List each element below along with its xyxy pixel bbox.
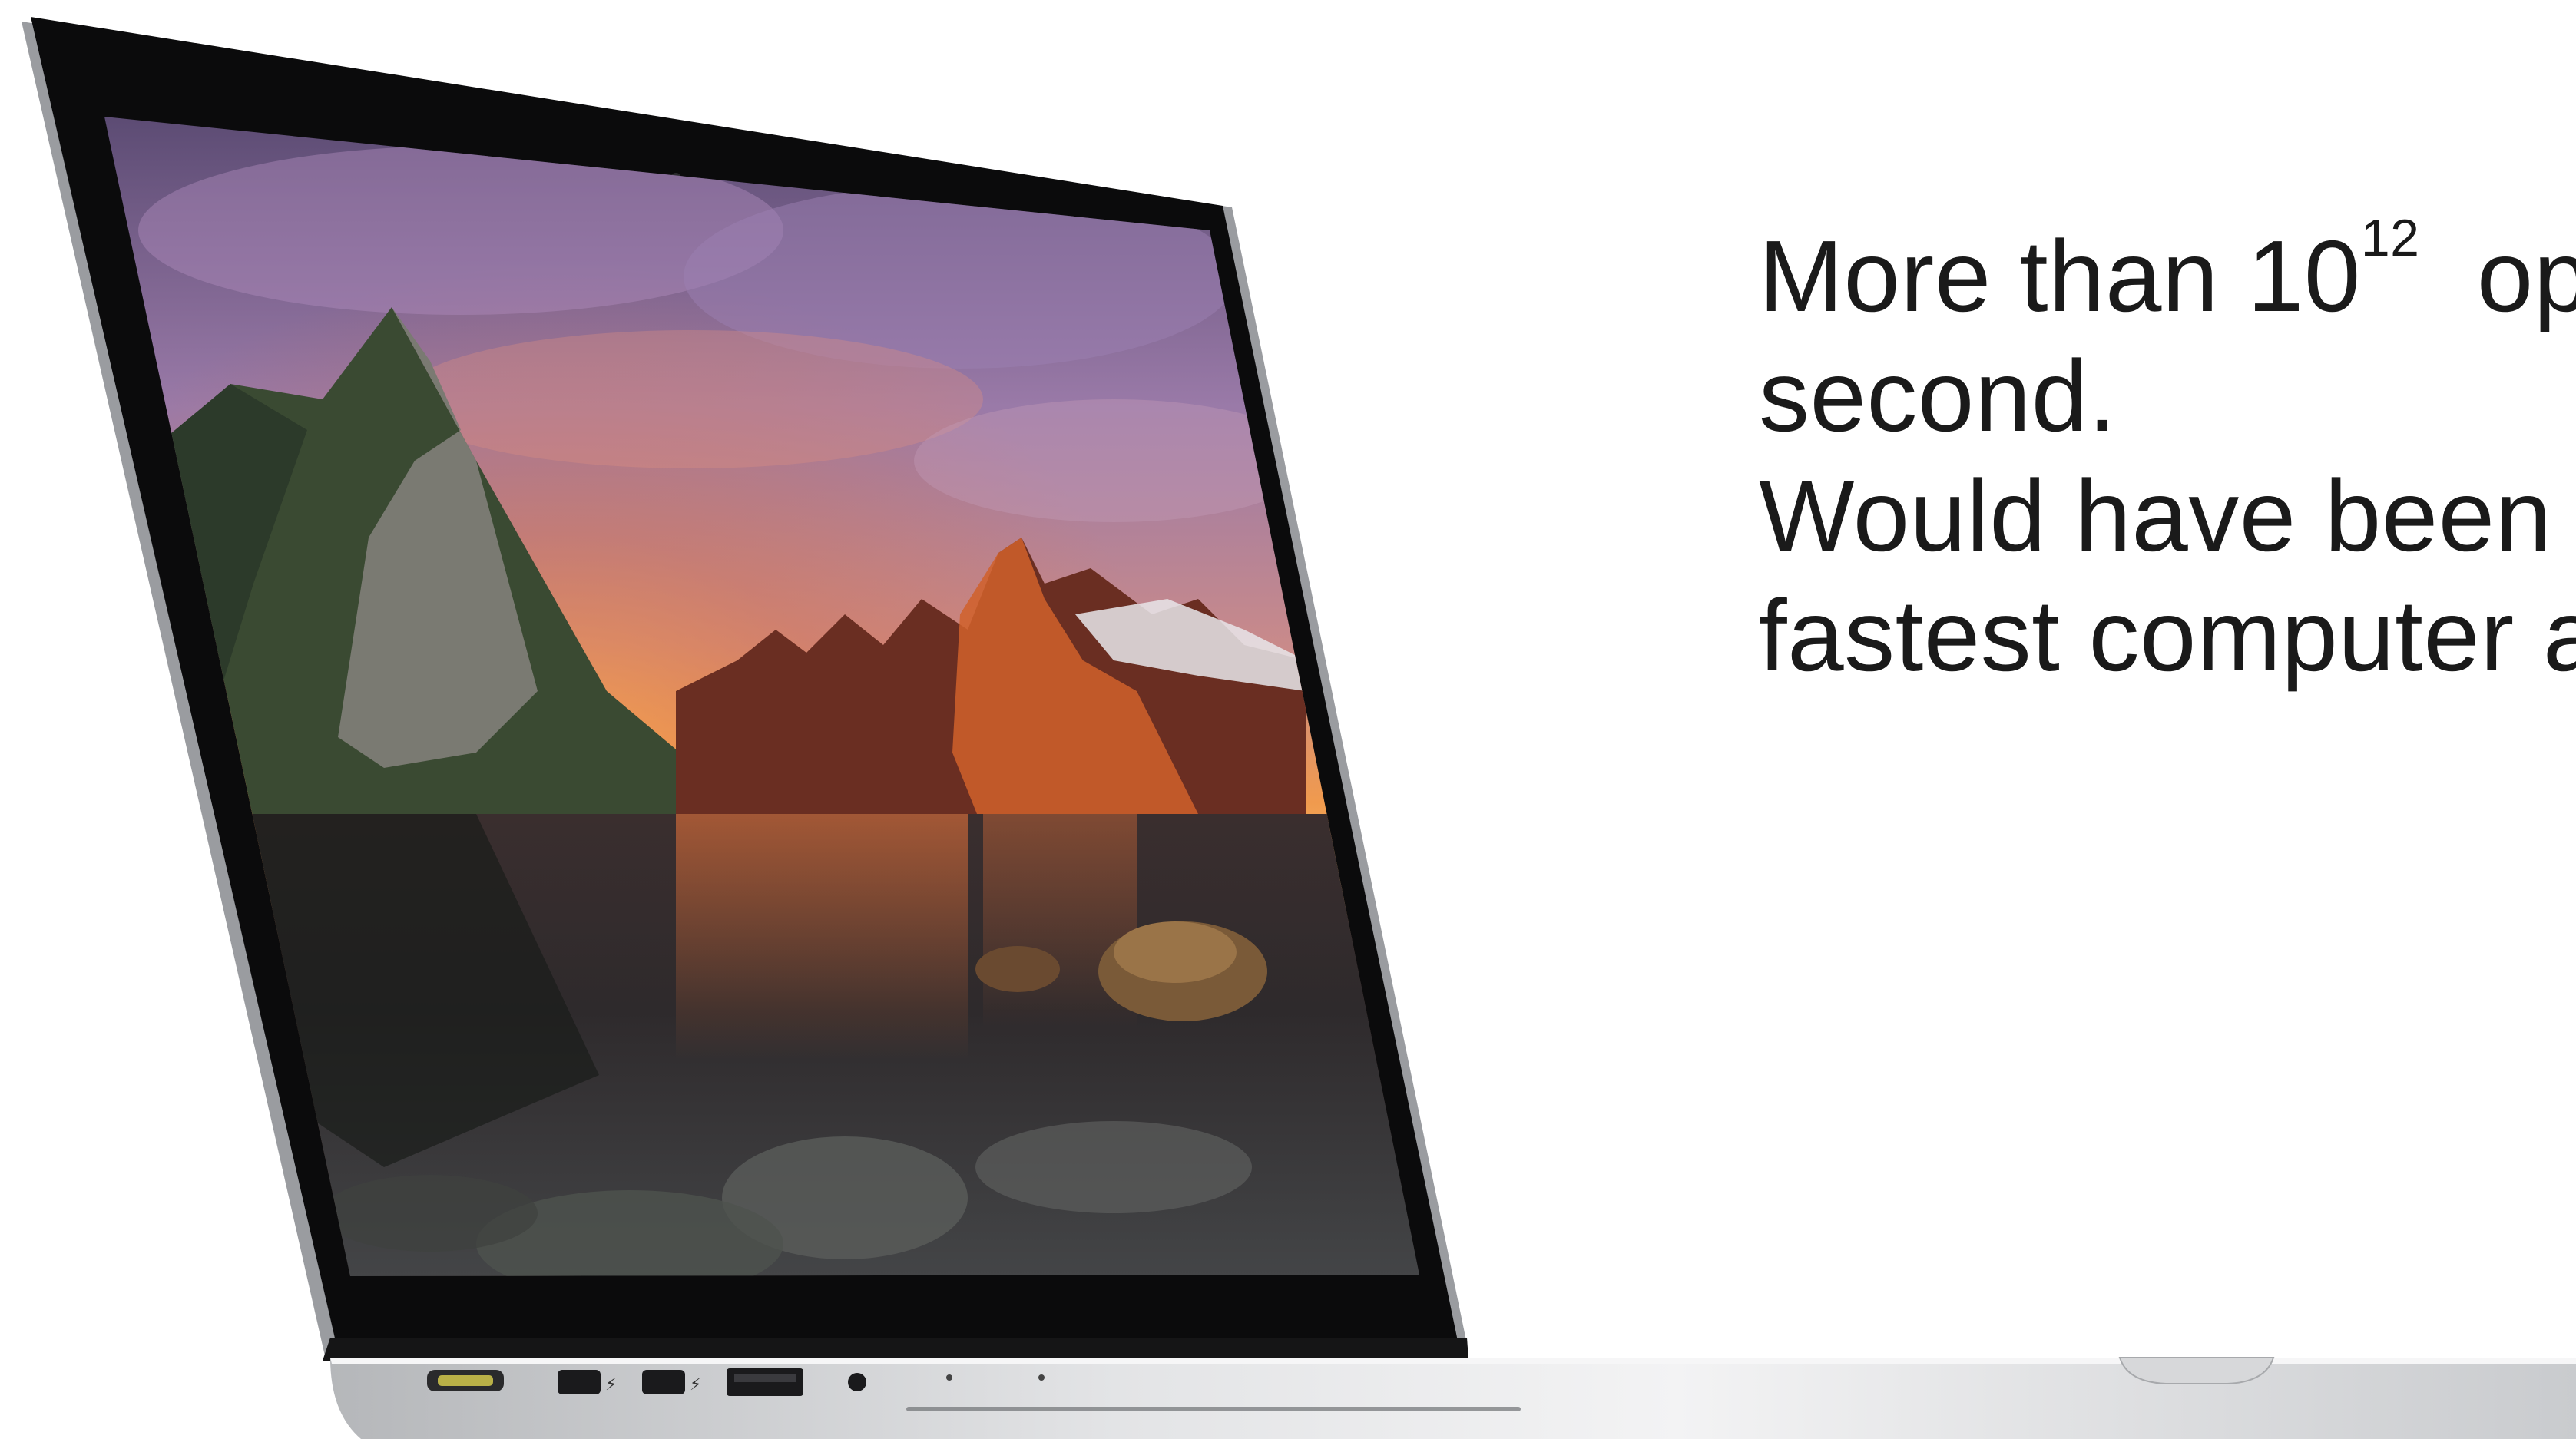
laptop-hinge bbox=[323, 1338, 1468, 1361]
exponent: 12 bbox=[2360, 209, 2420, 267]
mic-hole bbox=[946, 1374, 952, 1381]
lid-open-notch bbox=[2118, 1357, 2275, 1384]
slide-text-line-2: second. bbox=[1759, 339, 2117, 452]
svg-text:⚡: ⚡ bbox=[690, 1375, 701, 1394]
slide-text-line-1: More than 1012 op bbox=[1759, 212, 2576, 336]
slide-text: More than 1012 op second. Would have bee… bbox=[1759, 212, 2576, 696]
thunderbolt-port-1 bbox=[558, 1370, 601, 1394]
slide-text-line-1-suffix: op bbox=[2419, 220, 2576, 332]
headphone-jack bbox=[848, 1373, 866, 1391]
thunderbolt-port-2 bbox=[642, 1370, 685, 1394]
slide-text-line-4: fastest computer a bbox=[1759, 579, 2576, 692]
slide-text-line-3: Would have been t bbox=[1759, 459, 2576, 572]
slide-text-line-1-prefix: More than 10 bbox=[1759, 220, 2361, 332]
svg-text:⚡: ⚡ bbox=[605, 1375, 617, 1394]
